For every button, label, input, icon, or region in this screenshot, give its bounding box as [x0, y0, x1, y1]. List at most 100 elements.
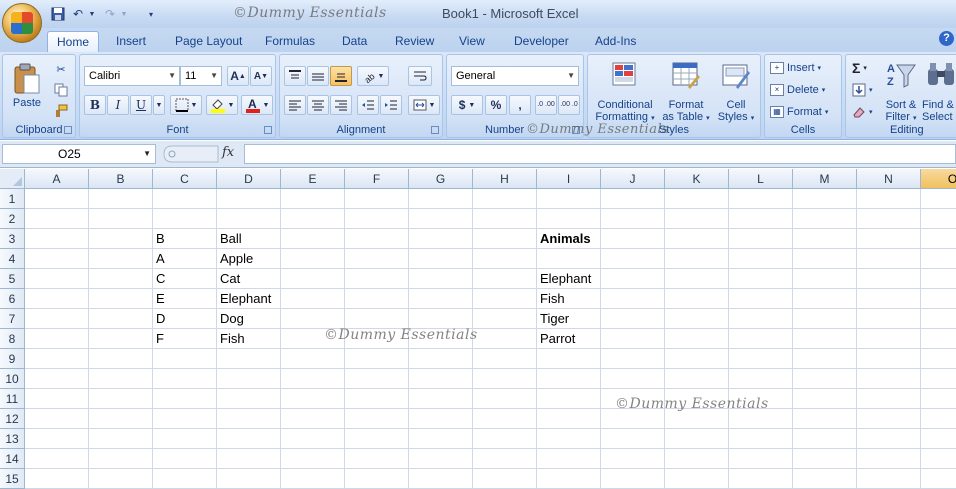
italic-button[interactable]: I [107, 95, 129, 115]
clear-button[interactable]: ▾ [852, 103, 873, 121]
merge-center-button[interactable]: ▼ [408, 95, 440, 115]
cell-i7[interactable]: Tiger [537, 309, 601, 329]
cell-c8[interactable]: F [153, 329, 217, 349]
row-header-9[interactable]: 9 [0, 349, 25, 369]
column-header-e[interactable]: E [281, 169, 345, 189]
row-header-6[interactable]: 6 [0, 289, 25, 309]
decrease-indent-button[interactable] [357, 95, 379, 115]
column-header-h[interactable]: H [473, 169, 537, 189]
tab-review[interactable]: Review [395, 31, 434, 52]
cell-d8[interactable]: Fish [217, 329, 281, 349]
cell-c6[interactable]: E [153, 289, 217, 309]
clipboard-launcher-icon[interactable] [64, 126, 72, 134]
tab-page-layout[interactable]: Page Layout [175, 31, 242, 52]
borders-button[interactable]: ▼ [170, 95, 202, 115]
find-select-button[interactable]: Find & Select [922, 57, 956, 123]
insert-function-button[interactable]: fx [222, 145, 234, 160]
autosum-button[interactable]: Σ ▾ [852, 59, 867, 77]
underline-button[interactable]: U [130, 95, 152, 115]
name-box-dropdown-icon[interactable]: ▼ [143, 145, 151, 163]
row-header-2[interactable]: 2 [0, 209, 25, 229]
currency-button[interactable]: $ ▼ [451, 95, 483, 115]
row-header-4[interactable]: 4 [0, 249, 25, 269]
help-icon[interactable]: ? [939, 31, 954, 46]
copy-icon[interactable] [51, 81, 71, 99]
cell-c5[interactable]: C [153, 269, 217, 289]
increase-decimal-button[interactable]: .0 .00 [535, 95, 557, 115]
customize-qat-icon[interactable]: ▾ [145, 5, 157, 23]
percent-button[interactable]: % [485, 95, 507, 115]
row-header-5[interactable]: 5 [0, 269, 25, 289]
tab-add-ins[interactable]: Add-Ins [595, 31, 636, 52]
cell-d4[interactable]: Apple [217, 249, 281, 269]
decrease-decimal-button[interactable]: .00 .0 [558, 95, 580, 115]
cell-c7[interactable]: D [153, 309, 217, 329]
undo-dropdown-icon[interactable]: ▼ [87, 5, 97, 23]
row-header-1[interactable]: 1 [0, 189, 25, 209]
column-header-b[interactable]: B [89, 169, 153, 189]
column-header-f[interactable]: F [345, 169, 409, 189]
align-left-button[interactable] [284, 95, 306, 115]
tab-data[interactable]: Data [342, 31, 367, 52]
fill-button[interactable]: ▾ [852, 81, 873, 99]
cell-c3[interactable]: B [153, 229, 217, 249]
cell-i5[interactable]: Elephant [537, 269, 601, 289]
delete-cells-button[interactable]: × Delete ▾ [770, 81, 825, 99]
save-icon[interactable] [50, 5, 66, 23]
font-color-button[interactable]: A ▼ [241, 95, 273, 115]
font-launcher-icon[interactable] [264, 126, 272, 134]
row-header-3[interactable]: 3 [0, 229, 25, 249]
row-header-11[interactable]: 11 [0, 389, 25, 409]
row-header-10[interactable]: 10 [0, 369, 25, 389]
row-header-12[interactable]: 12 [0, 409, 25, 429]
comma-style-button[interactable]: , [509, 95, 531, 115]
tab-developer[interactable]: Developer [514, 31, 569, 52]
redo-icon[interactable]: ↷ [102, 5, 118, 23]
cell-d7[interactable]: Dog [217, 309, 281, 329]
cell-d6[interactable]: Elephant [217, 289, 281, 309]
number-format-dropdown-icon[interactable]: ▼ [567, 67, 575, 85]
number-format-combo[interactable]: General ▼ [451, 66, 579, 86]
font-name-dropdown-icon[interactable]: ▼ [168, 67, 176, 85]
cell-i3[interactable]: Animals [537, 229, 601, 249]
redo-dropdown-icon[interactable]: ▼ [119, 5, 129, 23]
font-name-combo[interactable]: Calibri ▼ [84, 66, 180, 86]
name-box[interactable]: O25 ▼ [2, 144, 156, 164]
column-header-c[interactable]: C [153, 169, 217, 189]
undo-icon[interactable]: ↶ [70, 5, 86, 23]
format-painter-icon[interactable] [51, 102, 71, 120]
row-header-13[interactable]: 13 [0, 429, 25, 449]
column-header-g[interactable]: G [409, 169, 473, 189]
cell-styles-button[interactable]: Cell Styles ▾ [714, 57, 758, 123]
cell-i6[interactable]: Fish [537, 289, 601, 309]
tab-insert[interactable]: Insert [116, 31, 146, 52]
underline-dropdown-icon[interactable]: ▼ [153, 95, 165, 115]
alignment-launcher-icon[interactable] [431, 126, 439, 134]
tab-formulas[interactable]: Formulas [265, 31, 315, 52]
bold-button[interactable]: B [84, 95, 106, 115]
row-header-8[interactable]: 8 [0, 329, 25, 349]
formula-input[interactable] [244, 144, 956, 164]
tab-home[interactable]: Home [47, 31, 99, 52]
tab-view[interactable]: View [459, 31, 485, 52]
column-header-m[interactable]: M [793, 169, 857, 189]
row-header-15[interactable]: 15 [0, 469, 25, 489]
select-all-button[interactable] [0, 169, 25, 189]
fill-color-button[interactable]: ▼ [206, 95, 238, 115]
column-header-a[interactable]: A [25, 169, 89, 189]
align-right-button[interactable] [330, 95, 352, 115]
row-header-7[interactable]: 7 [0, 309, 25, 329]
shrink-font-button[interactable]: A ▼ [250, 66, 272, 86]
cell-d5[interactable]: Cat [217, 269, 281, 289]
sort-filter-button[interactable]: AZ Sort & Filter ▾ [882, 57, 920, 123]
column-header-k[interactable]: K [665, 169, 729, 189]
column-header-o[interactable]: O [921, 169, 956, 189]
office-button[interactable] [2, 3, 42, 43]
cell-d3[interactable]: Ball [217, 229, 281, 249]
font-size-combo[interactable]: 11 ▼ [180, 66, 222, 86]
column-header-n[interactable]: N [857, 169, 921, 189]
conditional-formatting-button[interactable]: Conditional Formatting ▾ [592, 57, 658, 123]
align-top-button[interactable] [284, 66, 306, 86]
cut-icon[interactable]: ✂ [51, 60, 71, 78]
wrap-text-button[interactable] [408, 66, 432, 86]
